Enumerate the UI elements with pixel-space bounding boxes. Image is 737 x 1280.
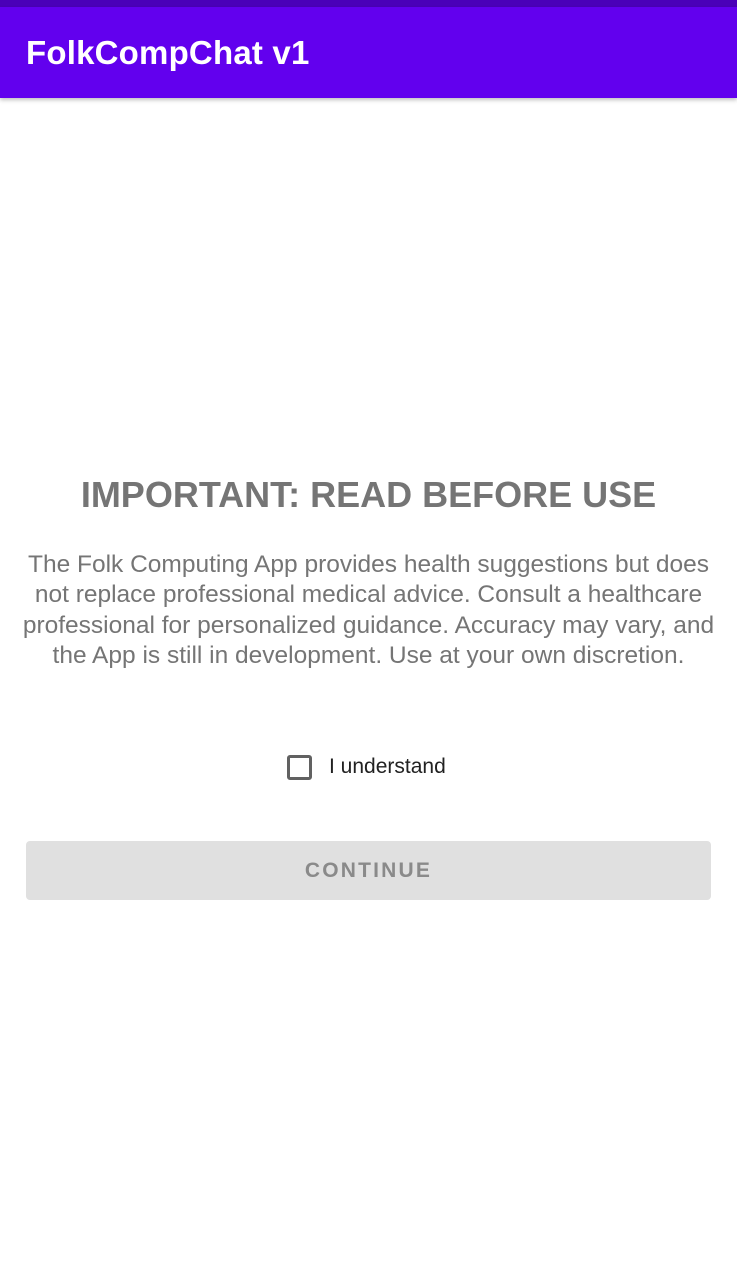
disclaimer-screen: IMPORTANT: READ BEFORE USE The Folk Comp… [0, 98, 737, 1280]
acknowledge-checkbox[interactable] [287, 754, 312, 780]
disclaimer-text: The Folk Computing App provides health s… [22, 551, 715, 669]
app-bar: FolkCompChat v1 [0, 7, 737, 98]
status-bar [0, 0, 737, 7]
acknowledge-label[interactable]: I understand [329, 752, 446, 782]
app-title: FolkCompChat v1 [26, 34, 310, 71]
disclaimer-heading: IMPORTANT: READ BEFORE USE [80, 474, 657, 515]
continue-button[interactable]: CONTINUE [26, 841, 711, 900]
acknowledge-checkbox-row[interactable]: I understand [287, 749, 446, 785]
